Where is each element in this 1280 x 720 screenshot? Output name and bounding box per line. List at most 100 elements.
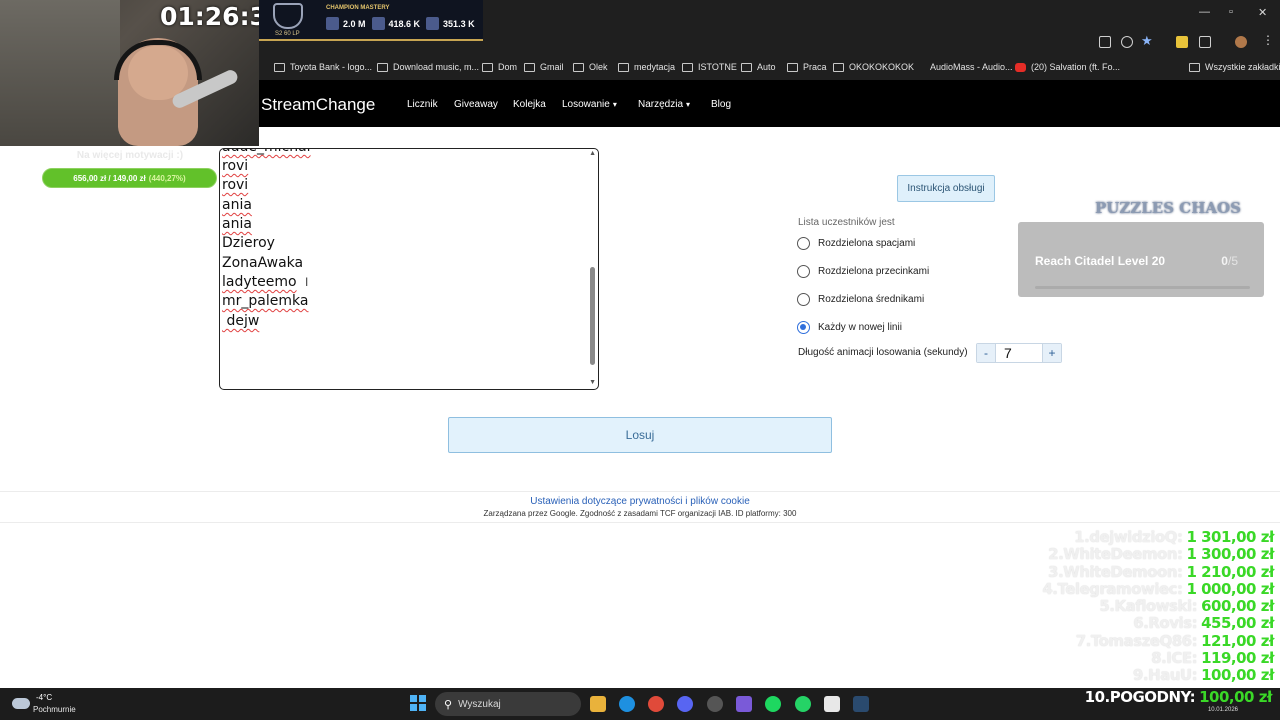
radio-circle[interactable] <box>797 237 810 250</box>
bookmark-folder[interactable]: Olek <box>573 62 608 72</box>
donor-entry: 9.HauU: 100,00 zł <box>1042 666 1275 684</box>
donor-name: 4.Telegramowiec: <box>1042 579 1183 598</box>
bookmark-folder[interactable]: ISTOTNE <box>682 62 737 72</box>
duration-decrease-button[interactable]: - <box>977 344 995 362</box>
donor-entry: 3.WhiteDemoon: 1 210,00 zł <box>1042 562 1274 581</box>
radio-newline[interactable]: Każdy w nowej linii <box>797 321 902 334</box>
nav-losowanie[interactable]: Losowanie ▾ <box>562 99 617 110</box>
bookmark[interactable]: Toyota Bank - logo... <box>274 62 372 72</box>
discord-icon[interactable] <box>677 696 693 712</box>
bookmark-folder[interactable]: Praca <box>787 62 827 72</box>
extension-icon[interactable] <box>1176 36 1188 48</box>
participant-line: Dzieroy <box>222 235 275 251</box>
weather-temperature[interactable]: -4°C <box>36 693 52 702</box>
donor-name: 3.WhiteDemoon: <box>1048 562 1183 581</box>
donor-entry: 2.WhiteDeemon: 1 300,00 zł <box>1042 545 1274 563</box>
radio-circle-selected[interactable] <box>797 321 810 334</box>
participant-line: ZonaAwaka <box>222 255 304 271</box>
scroll-up-icon[interactable]: ▲ <box>589 150 596 157</box>
champion-icon <box>426 17 440 30</box>
achievement-card: Reach Citadel Level 20 0/5 <box>1018 222 1264 297</box>
nav-kolejka[interactable]: Kolejka <box>513 99 546 110</box>
bookmark-folder[interactable]: Dom <box>482 62 517 72</box>
bookmark[interactable]: Download music, m... <box>377 62 479 72</box>
participant-line: dejw <box>222 313 260 329</box>
donor-amount: 1 210,00 zł <box>1186 562 1274 581</box>
maximize-icon[interactable]: ▫ <box>1229 6 1233 18</box>
tray-date[interactable]: 10.01.2026 <box>1208 707 1238 713</box>
donor-entry: 7.TomaszeQ86: 121,00 zł <box>1042 632 1275 650</box>
divider <box>0 491 1280 492</box>
instructions-button[interactable]: Instrukcja obsługi <box>897 175 995 202</box>
star-icon[interactable]: ★ <box>1141 33 1153 49</box>
eye-off-icon[interactable] <box>1121 36 1133 48</box>
privacy-note: Zarządzana przez Google. Zgodność z zasa… <box>483 509 797 518</box>
notes-icon[interactable] <box>824 696 840 712</box>
menu-icon[interactable]: ⋮ <box>1262 33 1274 47</box>
participants-textarea[interactable]: adde_michal rovi rovi ania ania Dzieroy … <box>219 148 599 390</box>
duration-increase-button[interactable]: + <box>1043 344 1061 362</box>
bookmark-folder[interactable]: OKOKOKOKOK <box>833 62 914 72</box>
bookmark-folder[interactable]: Gmail <box>524 62 564 72</box>
mastery-title: CHAMPION MASTERY <box>326 5 390 11</box>
scroll-down-icon[interactable]: ▼ <box>589 379 596 386</box>
motivation-percent: (440,27%) <box>148 173 186 183</box>
cast-icon[interactable] <box>1099 36 1111 48</box>
duration-input[interactable]: 7 <box>995 344 1043 362</box>
donor-leaderboard: 1.dejwidzioQ: 1 301,00 zł 2.WhiteDeemon: 1 … <box>1042 528 1274 684</box>
close-icon[interactable]: ✕ <box>1258 6 1267 19</box>
steam-icon[interactable] <box>853 696 869 712</box>
bookmark-folder[interactable]: Auto <box>741 62 776 72</box>
bookmark-folder[interactable]: medytacja <box>618 62 675 72</box>
radio-semicolons[interactable]: Rozdzielona średnikami <box>797 293 924 306</box>
nav-licznik[interactable]: Licznik <box>407 99 438 110</box>
file-explorer-icon[interactable] <box>590 696 606 712</box>
donor-amount: 1 301,00 zł <box>1186 528 1274 546</box>
profile-avatar[interactable] <box>1235 36 1247 48</box>
whatsapp-icon[interactable] <box>795 696 811 712</box>
scrollbar-thumb[interactable] <box>590 267 595 365</box>
nav-narzedzia[interactable]: Narzędzia ▾ <box>638 99 690 110</box>
donor-name: 1.dejwidzioQ: <box>1074 528 1183 546</box>
donor-entry-10: 10.POGODNY: 100,00 zł <box>1084 688 1273 706</box>
donor-entry: 5.Kaflowski: 600,00 zł <box>1042 597 1274 616</box>
text-cursor-icon: I <box>305 275 309 289</box>
champion-mastery-overlay: S2 60 LP CHAMPION MASTERY 2.0 M 418.6 K … <box>259 0 483 41</box>
site-logo[interactable]: StreamChange <box>261 95 375 115</box>
divider <box>0 522 1280 523</box>
radio-commas[interactable]: Rozdzielona przecinkami <box>797 265 929 278</box>
motivation-label: Na więcej motywacji :) <box>76 150 184 161</box>
donor-amount: 455,00 zł <box>1201 614 1274 633</box>
spotify-icon[interactable] <box>765 696 781 712</box>
achievement-title: Reach Citadel Level 20 <box>1035 254 1166 268</box>
windows-start-icon[interactable] <box>410 695 426 711</box>
mastery-value: 418.6 K <box>371 17 420 30</box>
puzzle-icon[interactable] <box>1199 36 1211 48</box>
duration-stepper: - 7 + <box>976 343 1062 363</box>
minimize-icon[interactable]: — <box>1199 6 1210 18</box>
bookmark[interactable]: AudioMass - Audio... <box>914 62 1013 72</box>
radio-circle[interactable] <box>797 265 810 278</box>
radio-spaces[interactable]: Rozdzielona spacjami <box>797 237 915 250</box>
app-icon[interactable] <box>736 696 752 712</box>
cloud-icon <box>12 698 30 709</box>
taskbar-search[interactable]: ⚲ Wyszukaj <box>435 692 581 716</box>
search-icon: ⚲ <box>444 698 453 711</box>
participant-line: rovi <box>222 177 249 193</box>
participant-line: mr_palemka <box>222 293 309 309</box>
draw-button[interactable]: Losuj <box>448 417 832 453</box>
nav-blog[interactable]: Blog <box>711 99 731 110</box>
radio-circle[interactable] <box>797 293 810 306</box>
bookmark[interactable]: (20) Salvation (ft. Fo... <box>1015 62 1120 72</box>
chrome-icon[interactable] <box>648 696 664 712</box>
obs-icon[interactable] <box>707 696 723 712</box>
nav-giveaway[interactable]: Giveaway <box>454 99 498 110</box>
donor-name: 5.Kaflowski: <box>1099 597 1198 616</box>
edge-icon[interactable] <box>619 696 635 712</box>
weather-description[interactable]: Pochmurnie <box>33 705 76 714</box>
donor-name: 6.Rovis: <box>1133 614 1198 633</box>
all-bookmarks-folder[interactable]: Wszystkie zakładki <box>1189 62 1280 72</box>
donor-entry: 4.Telegramowiec: 1 000,00 zł <box>1042 579 1274 598</box>
privacy-settings-link[interactable]: Ustawienia dotyczące prywatności i plikó… <box>0 496 1280 507</box>
chevron-down-icon: ▾ <box>612 100 617 109</box>
